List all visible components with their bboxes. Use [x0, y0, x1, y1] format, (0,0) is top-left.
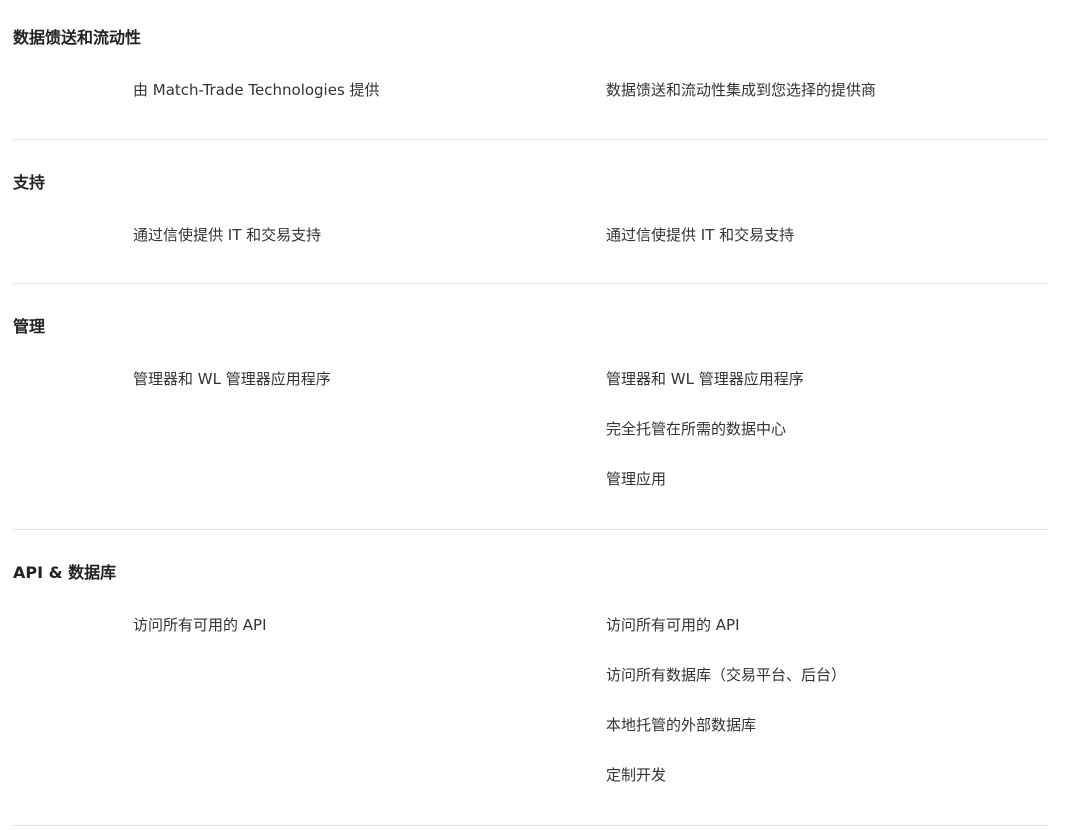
section-title: 管理: [13, 317, 46, 336]
list-item: 定制开发: [606, 766, 667, 784]
list-item: 管理应用: [606, 470, 667, 488]
list-item: 通过信使提供 IT 和交易支持: [606, 226, 795, 244]
list-item: 管理器和 WL 管理器应用程序: [606, 370, 804, 388]
right-column: 通过信使提供 IT 和交易支持: [606, 225, 794, 275]
section-title: API & 数据库: [13, 563, 117, 582]
list-item: 访问所有数据库（交易平台、后台）: [606, 666, 847, 684]
divider: [13, 139, 1047, 140]
divider: [13, 283, 1047, 284]
right-column: 数据馈送和流动性集成到您选择的提供商: [606, 80, 876, 130]
divider: [13, 825, 1047, 826]
list-item: 由 Match-Trade Technologies 提供: [133, 81, 380, 99]
section-title: 支持: [13, 173, 46, 192]
right-column: 管理器和 WL 管理器应用程序 完全托管在所需的数据中心 管理应用: [606, 369, 804, 519]
left-column: 访问所有可用的 API: [133, 615, 267, 665]
left-column: 管理器和 WL 管理器应用程序: [133, 369, 331, 419]
list-item: 管理器和 WL 管理器应用程序: [133, 370, 331, 388]
list-item: 完全托管在所需的数据中心: [606, 420, 787, 438]
list-item: 数据馈送和流动性集成到您选择的提供商: [606, 81, 877, 99]
section-title: 数据馈送和流动性: [13, 28, 142, 47]
list-item: 本地托管的外部数据库: [606, 716, 757, 734]
list-item: 访问所有可用的 API: [133, 616, 267, 634]
list-item: 访问所有可用的 API: [606, 616, 740, 634]
list-item: 通过信使提供 IT 和交易支持: [133, 226, 322, 244]
divider: [13, 529, 1047, 530]
left-column: 通过信使提供 IT 和交易支持: [133, 225, 321, 275]
left-column: 由 Match-Trade Technologies 提供: [133, 80, 380, 130]
right-column: 访问所有可用的 API 访问所有数据库（交易平台、后台） 本地托管的外部数据库 …: [606, 615, 846, 815]
